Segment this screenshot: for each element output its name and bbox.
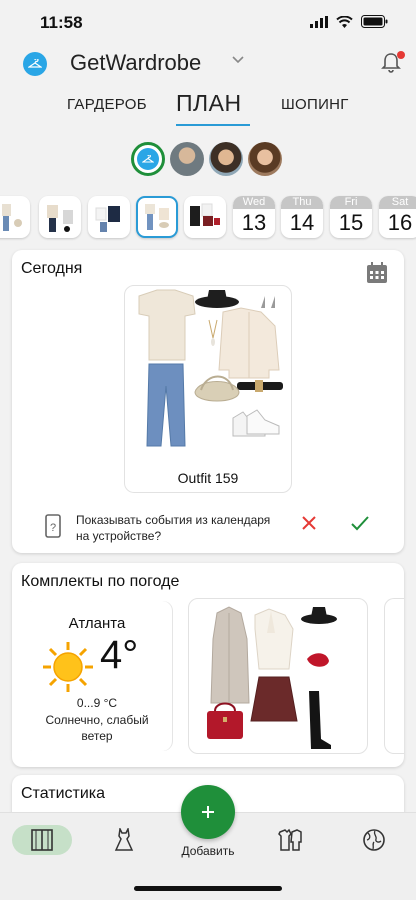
weather-condition: Солнечно, слабый ветер xyxy=(45,713,149,743)
tab-indicator xyxy=(176,124,250,126)
day-of-week: Sat xyxy=(379,196,416,209)
avatar[interactable] xyxy=(248,142,282,176)
device-calendar-icon: ? xyxy=(45,514,61,538)
weather-outfit[interactable] xyxy=(188,598,368,754)
outfit-name: Outfit 159 xyxy=(177,470,239,486)
outfit-image xyxy=(207,606,337,749)
calendar-icon[interactable] xyxy=(366,262,388,284)
main-tabs: ГАРДЕРОБ ПЛАН ШОПИНГ xyxy=(0,86,416,130)
status-time: 11:58 xyxy=(40,13,83,32)
chevron-down-icon[interactable] xyxy=(232,56,244,64)
plus-icon xyxy=(202,806,214,818)
dress-icon xyxy=(114,828,134,851)
weather-card-title: Комплекты по погоде xyxy=(21,573,180,590)
nav-clothes[interactable] xyxy=(94,825,154,855)
statistics-title: Статистика xyxy=(21,785,106,802)
app-title[interactable]: GetWardrobe xyxy=(70,50,201,76)
day-number: 16 xyxy=(387,210,413,235)
battery-icon xyxy=(361,15,388,28)
app-header: GetWardrobe xyxy=(0,44,416,84)
city-name: Атланта xyxy=(68,615,126,632)
avatar-all[interactable] xyxy=(131,142,165,176)
avatar[interactable] xyxy=(209,142,243,176)
day-card[interactable]: Sat 16 xyxy=(379,196,416,238)
today-title: Сегодня xyxy=(21,260,83,277)
day-number: 14 xyxy=(289,210,315,235)
day-card[interactable]: Fri 15 xyxy=(330,196,372,238)
date-strip: Wed 13 Thu 14 Fri 15 Sat 16 xyxy=(0,196,416,240)
hanger-icon xyxy=(142,155,154,163)
temperature-range: 0...9 °C xyxy=(76,696,118,710)
day-number: 13 xyxy=(241,210,267,235)
notification-badge xyxy=(397,51,405,59)
day-of-week: Fri xyxy=(330,196,372,209)
wardrobe-icon xyxy=(31,829,53,851)
day-outfit-thumb-today[interactable] xyxy=(136,196,178,238)
add-button-label[interactable]: Добавить xyxy=(160,844,256,858)
globe-icon xyxy=(363,829,385,851)
calendar-events-question: Показывать события из календаря на устро… xyxy=(76,513,271,543)
nav-outfits[interactable] xyxy=(260,825,320,855)
weather-outfits-card: Комплекты по погоде Атланта 4° 0...9 °C … xyxy=(12,563,404,767)
today-card: Сегодня Outfit 159 ? Показывать события … xyxy=(12,250,404,553)
wifi-icon xyxy=(336,15,353,28)
tab-wardrobe[interactable]: ГАРДЕРОБ xyxy=(67,96,147,113)
temperature: 4° xyxy=(100,633,139,677)
status-bar: 11:58 xyxy=(0,0,416,44)
svg-text:?: ? xyxy=(50,522,56,534)
tab-plan[interactable]: ПЛАН xyxy=(176,90,242,117)
close-icon[interactable] xyxy=(300,514,318,532)
sun-icon xyxy=(43,642,93,692)
day-card[interactable]: Wed 13 xyxy=(233,196,275,238)
home-indicator xyxy=(134,886,282,891)
day-of-week: Wed xyxy=(233,196,275,209)
add-button[interactable] xyxy=(181,785,235,839)
nav-community[interactable] xyxy=(344,825,404,855)
status-icons xyxy=(310,15,388,28)
cellular-icon xyxy=(310,15,328,28)
day-outfit-thumb[interactable] xyxy=(184,196,226,238)
day-card[interactable]: Thu 14 xyxy=(281,196,323,238)
day-outfit-thumb[interactable] xyxy=(39,196,81,238)
day-of-week: Thu xyxy=(281,196,323,209)
weather-panel: Атланта 4° 0...9 °C Солнечно, слабый вет… xyxy=(22,601,172,751)
tab-shopping[interactable]: ШОПИНГ xyxy=(281,96,349,113)
today-outfit[interactable]: Outfit 159 xyxy=(124,285,292,493)
outfits-icon xyxy=(278,828,302,851)
avatar[interactable] xyxy=(170,142,204,176)
day-outfit-thumb[interactable] xyxy=(88,196,130,238)
app-logo-icon xyxy=(23,52,47,76)
outfit-image xyxy=(138,289,283,447)
weather-outfit-next[interactable] xyxy=(384,598,404,754)
nav-wardrobe[interactable] xyxy=(12,825,72,855)
day-number: 15 xyxy=(338,210,364,235)
family-selector xyxy=(0,142,416,178)
check-icon[interactable] xyxy=(350,514,370,532)
day-outfit-thumb[interactable] xyxy=(0,196,30,238)
